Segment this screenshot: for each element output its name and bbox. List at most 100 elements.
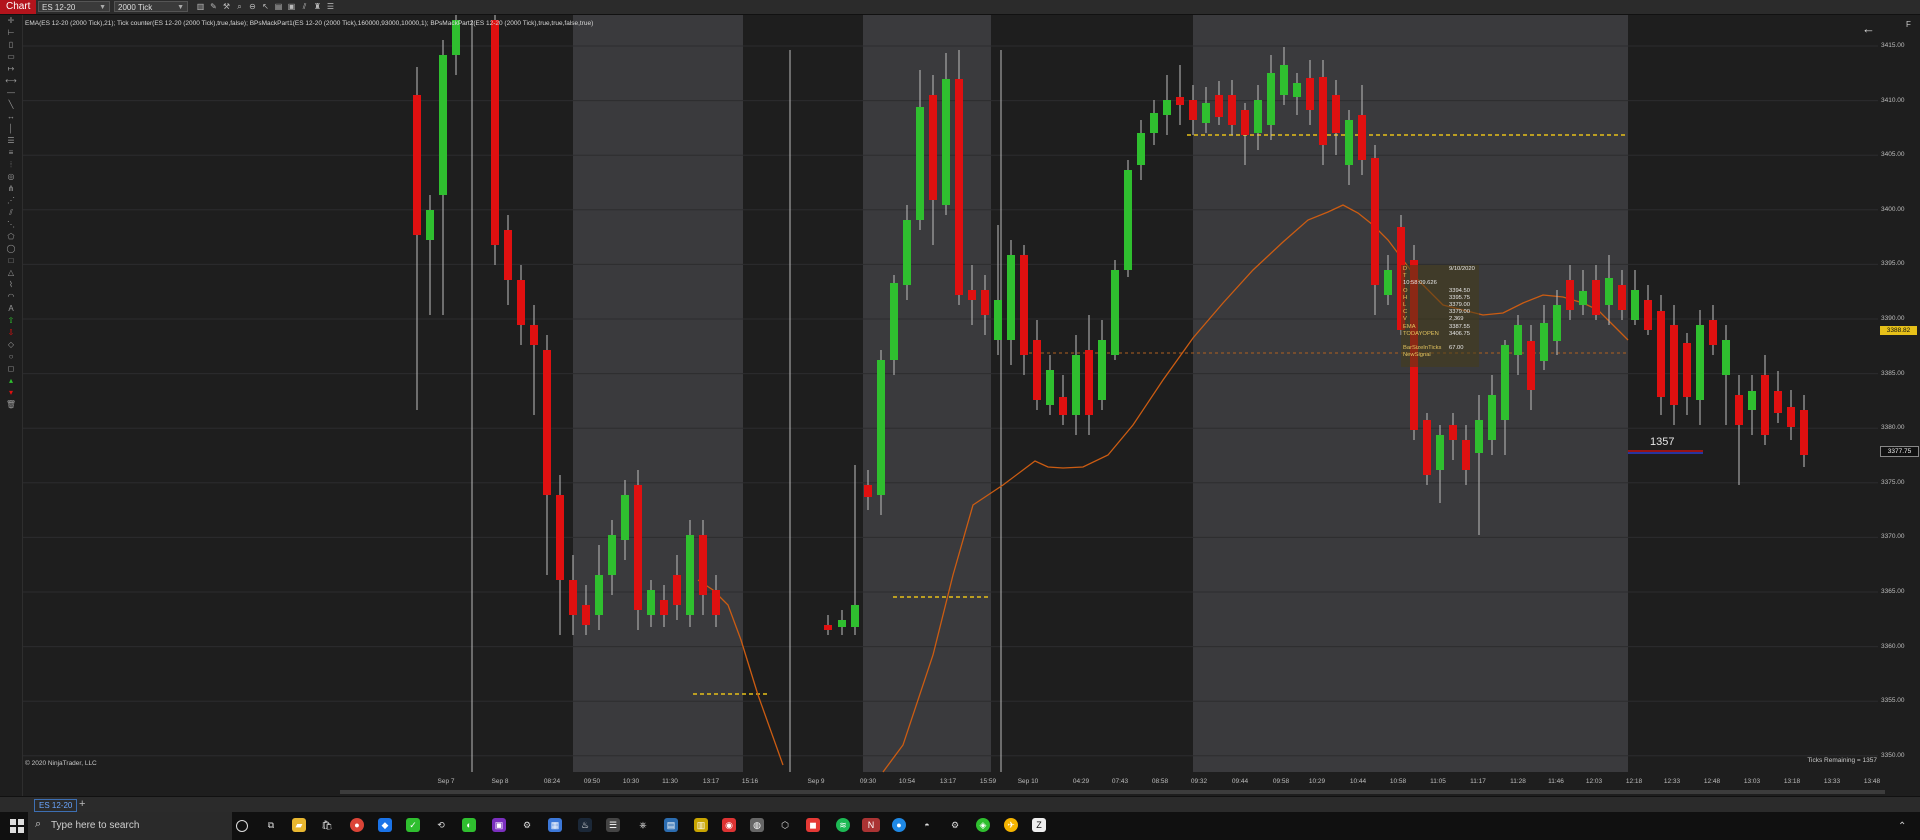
price-axis-label: 3380.00 [1881, 424, 1905, 432]
app-icon-16[interactable]: ● [892, 818, 906, 832]
ninjatrader-icon[interactable]: N [862, 818, 880, 832]
time-axis-label: 13:17 [702, 778, 720, 785]
chart-window-tab[interactable]: Chart [0, 0, 37, 14]
fib-circle-icon[interactable]: ◎ [0, 171, 22, 183]
app-icon-4[interactable]: ◐ [462, 818, 476, 832]
horizontal-scrollbar[interactable] [340, 790, 1885, 794]
app-icon-12[interactable]: ◉ [722, 818, 736, 832]
fibonacci-icon[interactable]: ☰ [0, 135, 22, 147]
tooltip-key: H [1403, 294, 1408, 301]
properties-icon[interactable]: ⚒ [222, 1, 231, 12]
app-icon-13[interactable]: ◍ [750, 818, 764, 832]
ray-icon[interactable]: ↔ [0, 111, 22, 123]
pointer-icon[interactable]: ↖ [261, 1, 270, 12]
chrome-icon[interactable]: ● [350, 818, 364, 832]
triangle-down-icon[interactable]: ▾ [0, 387, 22, 399]
region-icon[interactable]: ▭ [0, 51, 22, 63]
line-icon[interactable]: ╲ [0, 99, 22, 111]
candle [1098, 320, 1106, 410]
ruler-icon[interactable]: ⊢ [0, 27, 22, 39]
app-icon-19[interactable]: ✈ [1004, 818, 1018, 832]
candle [1033, 320, 1041, 410]
app-icon-3[interactable]: ⟲ [434, 818, 448, 832]
triangle-up-icon[interactable]: ▴ [0, 375, 22, 387]
app-icon-11[interactable]: ▥ [694, 818, 708, 832]
diamond-icon[interactable]: ◇ [0, 339, 22, 351]
cortana-icon[interactable] [236, 820, 248, 832]
data-box-icon[interactable]: ▤ [274, 1, 283, 12]
square-icon[interactable]: ◻ [0, 363, 22, 375]
bars-type-icon[interactable]: ▥ [196, 1, 205, 12]
app-icon-2[interactable]: ✓ [406, 818, 420, 832]
app-icon-17[interactable]: ◓ [920, 818, 934, 832]
spotify-icon[interactable]: ≋ [836, 818, 850, 832]
app-icon-9[interactable]: ⎈ [636, 818, 650, 832]
tooltip-key: D [1403, 266, 1408, 272]
app-icon-6[interactable]: ⚙ [520, 818, 534, 832]
chart-trader-icon[interactable]: ☰ [326, 1, 335, 12]
drawing-tools-icon[interactable]: ✎ [209, 1, 218, 12]
price-chart[interactable] [23, 15, 1878, 815]
app-icon-5[interactable]: ▣ [492, 818, 506, 832]
f-indicator: F [1906, 20, 1911, 29]
candle [1111, 260, 1119, 360]
polygon-icon[interactable]: ⬠ [0, 231, 22, 243]
gann-fan-icon[interactable]: ⋰ [0, 195, 22, 207]
zoom-out-icon[interactable]: ⊖ [248, 1, 257, 12]
trend-channel-icon[interactable]: ⋱ [0, 219, 22, 231]
regression-channel-icon[interactable]: ⫽ [0, 207, 22, 219]
price-axis-label: 3395.00 [1881, 260, 1905, 268]
fib-time-icon[interactable]: ⦙ [0, 159, 22, 171]
steam-icon[interactable]: ♨ [578, 818, 592, 832]
andrews-pitchfork-icon[interactable]: ⋔ [0, 183, 22, 195]
arrow-down-icon[interactable]: ⇩ [0, 327, 22, 339]
path-icon[interactable]: ⌇ [0, 279, 22, 291]
app-icon-15[interactable]: ◼ [806, 818, 820, 832]
app-icon-20[interactable]: Z [1032, 818, 1046, 832]
taskbar-search-box[interactable]: ⌕ Type here to search [28, 812, 232, 840]
text-icon[interactable]: A [0, 303, 22, 315]
fib-extensions-icon[interactable]: ≡ [0, 147, 22, 159]
app-icon-8[interactable]: ☰ [606, 818, 620, 832]
app-icon-10[interactable]: ▤ [664, 818, 678, 832]
triangle-icon[interactable]: △ [0, 267, 22, 279]
arrow-up-icon[interactable]: ⇧ [0, 315, 22, 327]
trash-icon[interactable]: 🗑 [0, 399, 22, 411]
store-icon[interactable]: 🛍 [320, 818, 334, 832]
time-axis-label: 11:17 [1470, 778, 1486, 785]
app-icon-14[interactable]: ⬡ [778, 818, 792, 832]
instrument-tab[interactable]: ES 12-20 [34, 799, 78, 812]
candle [556, 475, 564, 635]
instrument-selector[interactable]: ES 12-20 ▼ [38, 1, 110, 12]
app-icon-1[interactable]: ◆ [378, 818, 392, 832]
interval-selector[interactable]: 2000 Tick ▼ [114, 1, 188, 12]
rectangle-icon[interactable]: □ [0, 255, 22, 267]
zoom-icon[interactable]: ⌕ [235, 1, 244, 12]
candle [1748, 375, 1756, 435]
arc-icon[interactable]: ◠ [0, 291, 22, 303]
crosshair-icon[interactable]: ✛ [0, 15, 22, 27]
app-icon-7[interactable]: ▦ [548, 818, 562, 832]
arrow-line-icon[interactable]: ↦ [0, 63, 22, 75]
ellipse-icon[interactable]: ◯ [0, 243, 22, 255]
horizontal-line-icon[interactable]: — [0, 87, 22, 99]
strategies-icon[interactable]: ♜ [313, 1, 322, 12]
price-axis-label: 3405.00 [1881, 151, 1905, 159]
back-arrow-icon[interactable]: ← [1862, 21, 1875, 36]
tray-chevron-icon[interactable]: ⌃ [1898, 821, 1906, 832]
candle [1657, 295, 1665, 415]
dot-icon[interactable]: ○ [0, 351, 22, 363]
app-icon-18[interactable]: ◈ [976, 818, 990, 832]
screenshot-icon[interactable]: ▣ [287, 1, 296, 12]
candle [504, 215, 512, 305]
vertical-line-icon[interactable]: │ [0, 123, 22, 135]
indicators-icon[interactable]: ⫽ [300, 1, 309, 12]
settings-icon[interactable]: ⚙ [948, 818, 962, 832]
windows-start-icon[interactable] [10, 819, 24, 833]
task-view-icon[interactable]: ⧉ [264, 818, 278, 832]
risk-reward-icon[interactable]: ▯ [0, 39, 22, 51]
add-tab-icon[interactable]: + [79, 798, 85, 810]
file-explorer-icon[interactable]: ▰ [292, 818, 306, 832]
extended-line-icon[interactable]: ⟷ [0, 75, 22, 87]
time-axis-label: 09:44 [1231, 778, 1249, 785]
